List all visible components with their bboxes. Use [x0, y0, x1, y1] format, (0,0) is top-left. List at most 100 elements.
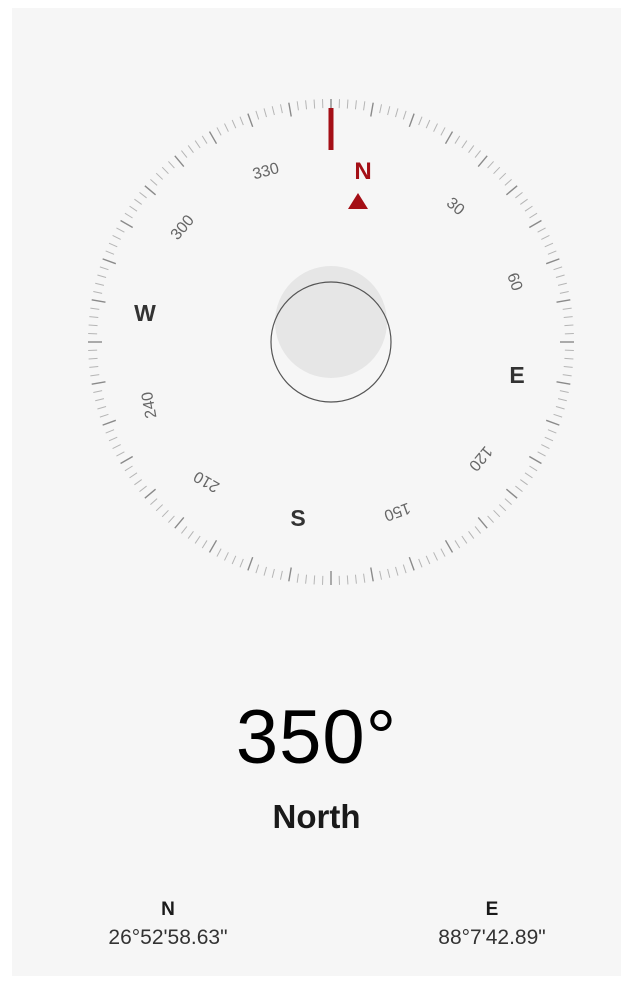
longitude-label: E	[485, 899, 499, 920]
heading-degrees: 350°	[235, 695, 398, 780]
dial-minor-tick	[216, 127, 222, 136]
degree-label-30: 30	[443, 195, 468, 220]
dial-minor-tick	[263, 108, 267, 118]
dial-minor-tick	[187, 145, 194, 153]
dial-minor-tick	[379, 104, 383, 114]
dial-major-tick	[444, 539, 454, 553]
dial-major-tick	[174, 516, 185, 529]
dial-minor-tick	[305, 574, 308, 584]
dial-minor-tick	[271, 568, 275, 578]
dial-minor-tick	[224, 552, 229, 561]
dial-minor-tick	[97, 274, 107, 278]
dial-minor-tick	[363, 101, 366, 111]
dial-minor-tick	[108, 436, 118, 442]
dial-major-tick	[120, 219, 134, 229]
dial-minor-tick	[95, 282, 105, 286]
dial-minor-tick	[105, 250, 115, 255]
dial-minor-tick	[487, 515, 494, 523]
dial-minor-tick	[354, 100, 357, 110]
dial-minor-tick	[201, 135, 208, 144]
dial-minor-tick	[168, 161, 175, 169]
dial-minor-tick	[155, 172, 164, 180]
dial-major-tick	[408, 113, 415, 128]
longitude-value: 88°7'42.89"	[438, 926, 546, 949]
degree-label-210: 210	[191, 467, 223, 495]
dial-minor-tick	[354, 574, 357, 584]
dial-minor-tick	[544, 436, 554, 442]
dial-minor-tick	[90, 374, 100, 377]
dial-minor-tick	[515, 191, 523, 199]
dial-minor-tick	[559, 290, 569, 294]
degree-label-150: 150	[382, 499, 413, 524]
dial-minor-tick	[544, 242, 554, 248]
dial-minor-tick	[418, 116, 423, 126]
latitude-value: 26°52'58.63"	[108, 926, 228, 949]
dial-minor-tick	[150, 179, 158, 186]
dial-minor-tick	[89, 365, 99, 368]
dial-minor-tick	[563, 365, 573, 368]
dial-minor-tick	[402, 564, 407, 574]
dial-minor-tick	[418, 558, 423, 568]
dial-minor-tick	[216, 548, 222, 557]
dial-major-tick	[91, 381, 106, 385]
dial-minor-tick	[402, 110, 407, 120]
cardinal-west: W	[134, 300, 156, 326]
dial-minor-tick	[116, 227, 125, 233]
dial-minor-tick	[124, 212, 133, 219]
longitude-readout: E 88°7'42.89"	[382, 900, 602, 948]
dial-minor-tick	[129, 205, 138, 212]
dial-minor-tick	[124, 465, 133, 472]
dial-minor-tick	[547, 250, 557, 255]
dial-minor-tick	[231, 555, 237, 565]
dial-minor-tick	[493, 166, 501, 175]
dial-minor-tick	[564, 324, 574, 327]
dial-major-tick	[91, 299, 106, 303]
dial-minor-tick	[474, 150, 482, 158]
dial-minor-tick	[255, 564, 260, 574]
dial-minor-tick	[263, 566, 267, 576]
dial-minor-tick	[559, 390, 569, 394]
dial-minor-tick	[425, 555, 431, 565]
dial-minor-tick	[379, 570, 383, 580]
dial-minor-tick	[180, 526, 188, 534]
heading-direction: North	[272, 798, 361, 835]
dial-minor-tick	[99, 266, 109, 271]
dial-major-tick	[174, 155, 185, 168]
dial-minor-tick	[425, 119, 431, 129]
dial-minor-tick	[93, 390, 103, 394]
dial-minor-tick	[529, 212, 538, 219]
dial-minor-tick	[187, 531, 194, 539]
dial-minor-tick	[498, 504, 507, 512]
dial-minor-tick	[504, 498, 512, 505]
dial-minor-tick	[563, 316, 573, 319]
dial-minor-tick	[134, 198, 142, 205]
dial-major-tick	[444, 131, 454, 145]
dial-minor-tick	[134, 479, 142, 486]
dial-major-tick	[247, 113, 254, 128]
dial-minor-tick	[88, 357, 98, 360]
level-bubble-shadow	[275, 266, 387, 378]
dial-minor-tick	[537, 451, 546, 457]
dial-minor-tick	[296, 573, 299, 583]
dial-minor-tick	[155, 504, 164, 512]
dial-major-tick	[370, 102, 374, 117]
dial-minor-tick	[520, 479, 528, 486]
dial-minor-tick	[93, 290, 103, 294]
dial-minor-tick	[498, 172, 507, 180]
dial-major-tick	[288, 567, 292, 582]
dial-minor-tick	[363, 573, 366, 583]
dial-minor-tick	[529, 465, 538, 472]
dial-minor-tick	[139, 191, 147, 199]
dial-minor-tick	[194, 140, 201, 149]
compass-dial: N E S W 30 60 120 150 210 240 300 330	[88, 99, 574, 585]
heading-needle	[328, 108, 334, 150]
dial-minor-tick	[271, 106, 275, 116]
dial-major-tick	[545, 258, 560, 265]
dial-minor-tick	[553, 266, 563, 271]
dial-minor-tick	[555, 406, 565, 410]
dial-minor-tick	[387, 106, 391, 116]
dial-minor-tick	[161, 509, 169, 518]
latitude-label: N	[161, 899, 175, 920]
degree-label-240: 240	[139, 390, 160, 419]
dial-minor-tick	[557, 398, 567, 402]
